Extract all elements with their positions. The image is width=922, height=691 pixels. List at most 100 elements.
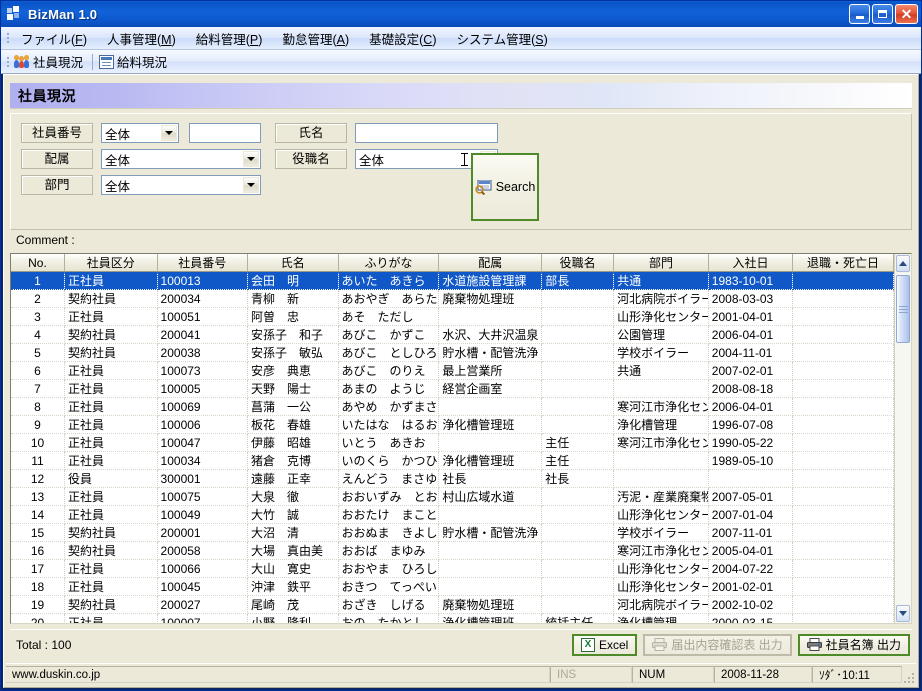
- table-cell: 水沢、大井沢温泉: [438, 325, 543, 344]
- table-cell: [792, 523, 894, 542]
- close-button[interactable]: ✕: [895, 4, 918, 24]
- position-select-value: 全体: [359, 153, 385, 168]
- column-header-3[interactable]: 氏名: [247, 254, 339, 272]
- table-cell: 沖津 鉄平: [247, 577, 339, 596]
- table-row[interactable]: 12 役員 300001 遠藤 正幸 えんどう まさゆき 社長 社長: [11, 469, 894, 488]
- action-bar: Total : 100 Excel 届出内容確認表 出力: [10, 629, 912, 659]
- table-cell: 寒河江市浄化セン: [613, 397, 709, 416]
- column-header-4[interactable]: ふりがな: [338, 254, 440, 272]
- menu-hr[interactable]: 人事管理(M): [97, 27, 186, 50]
- filter-row-2: 配属 全体 役職名 全体: [21, 149, 901, 169]
- table-cell: 100073: [157, 361, 249, 380]
- table-cell: 会田 明: [247, 271, 339, 290]
- employee-no-select[interactable]: 全体: [101, 123, 179, 143]
- table-cell: 2000-03-15: [708, 613, 794, 623]
- toolbar-employee-status[interactable]: 社員現況: [11, 51, 89, 72]
- table-cell: 部長: [541, 271, 615, 290]
- table-row[interactable]: 14 正社員 100049 大竹 誠おおたけ まこと 山形浄化センター 2007-01-0…: [11, 505, 894, 524]
- roster-export-button[interactable]: 社員名簿 出力: [797, 633, 910, 656]
- chevron-down-icon[interactable]: [243, 177, 259, 193]
- table-row[interactable]: 10 正社員 100047 伊藤 昭雄 いとう あきお 主任 寒河江市浄化セン 1990-05…: [11, 433, 894, 452]
- table-cell: 200041: [157, 325, 249, 344]
- report-export-button[interactable]: 届出内容確認表 出力: [643, 633, 792, 656]
- scrollbar-track[interactable]: [895, 273, 911, 604]
- table-row[interactable]: 7 正社員 100005 天野 陽士 あまの ようじ 経営企画室 2008-08-18: [11, 379, 894, 398]
- table-row[interactable]: 20 正社員 100007 小野 隆利 おの たかとし 浄化槽管理班 統括主任 浄化槽管理 20…: [11, 613, 894, 623]
- assignment-select[interactable]: 全体: [101, 149, 261, 169]
- menu-payroll[interactable]: 給料管理(P): [186, 27, 273, 50]
- table-row[interactable]: 5 契約社員 200038 安孫子 敏弘 あびこ としひろ 貯水槽・配管洗浄 学校ボイラー 2…: [11, 343, 894, 362]
- vertical-scrollbar[interactable]: [894, 254, 911, 623]
- column-header-6[interactable]: 役職名: [541, 254, 615, 272]
- window-title: BizMan 1.0: [28, 6, 98, 22]
- table-row[interactable]: 16 契約社員 200058 大場 真由美 おおば まゆみ 寒河江市浄化セン 2005-04…: [11, 541, 894, 560]
- menu-basic-settings[interactable]: 基礎設定(C): [359, 27, 446, 50]
- employee-grid[interactable]: No. 社員区分 社員番号 氏名 ふりがな 配属 役職名 部門 入社日 退職・死亡日 1 正社員 10…: [10, 253, 912, 624]
- scroll-down-button[interactable]: [896, 605, 910, 622]
- export-buttons: Excel 届出内容確認表 出力: [571, 633, 910, 656]
- chevron-down-icon[interactable]: [161, 125, 177, 141]
- table-cell: [541, 289, 615, 308]
- table-cell: あいた あきら: [338, 271, 440, 290]
- column-header-8[interactable]: 入社日: [708, 254, 794, 272]
- table-row[interactable]: 8 正社員 100069 菖蒲 一公 あやめ かずまさ 寒河江市浄化セン 2006-04-0…: [11, 397, 894, 416]
- table-cell: 山形浄化センター: [613, 307, 709, 326]
- maximize-button[interactable]: [872, 4, 893, 24]
- table-cell: 1996-07-08: [708, 415, 794, 434]
- table-row[interactable]: 17 正社員 100066 大山 寛史 おおやま ひろし 山形浄化センター 2004-07-…: [11, 559, 894, 578]
- department-select[interactable]: 全体: [101, 175, 261, 195]
- table-row[interactable]: 1 正社員 100013 会田 明あいた あきら 水道施設管理課 部長 共通 1983-10-…: [11, 271, 894, 290]
- table-row[interactable]: 4 契約社員 200041 安孫子 和子 あびこ かずこ 水沢、大井沢温泉 公園管理 2006…: [11, 325, 894, 344]
- scroll-up-button[interactable]: [896, 255, 910, 272]
- column-header-2[interactable]: 社員番号: [157, 254, 249, 272]
- table-cell: 浄化槽管理班: [438, 613, 543, 623]
- column-header-9[interactable]: 退職・死亡日: [792, 254, 894, 272]
- table-cell: [708, 469, 794, 488]
- column-header-5[interactable]: 配属: [438, 254, 543, 272]
- table-cell: 青柳 新: [247, 289, 339, 308]
- column-header-7[interactable]: 部門: [613, 254, 709, 272]
- table-row[interactable]: 3 正社員 100051 阿曽 忠あそ ただし 山形浄化センター 2001-04-01: [11, 307, 894, 326]
- search-button[interactable]: Search: [471, 153, 539, 221]
- scrollbar-thumb[interactable]: [896, 275, 910, 343]
- table-cell: [792, 361, 894, 380]
- resize-grip-icon[interactable]: [902, 664, 916, 685]
- name-input[interactable]: [355, 123, 498, 143]
- minimize-button[interactable]: [849, 4, 870, 24]
- table-cell: あおやぎ あらた: [338, 289, 440, 308]
- excel-export-button[interactable]: Excel: [571, 633, 638, 656]
- table-cell: 正社員: [64, 361, 158, 380]
- table-row[interactable]: 6 正社員 100073 安彦 典恵 あびこ のりえ 最上営業所 共通 2007-02-01: [11, 361, 894, 380]
- employee-no-input[interactable]: [189, 123, 261, 143]
- table-cell: 社長: [438, 469, 543, 488]
- table-cell: 2002-10-02: [708, 595, 794, 614]
- table-row[interactable]: 11 正社員 100034 猪倉 克博 いのくら かつひろ 浄化槽管理班 主任 1989-05…: [11, 451, 894, 470]
- table-cell: 3: [11, 307, 65, 326]
- table-row[interactable]: 15 契約社員 200001 大沼 清おおぬま きよし 貯水槽・配管洗浄 学校ボイラー 20…: [11, 523, 894, 542]
- chevron-down-icon[interactable]: [243, 151, 259, 167]
- table-cell: 1: [11, 271, 65, 290]
- table-cell: [792, 325, 894, 344]
- table-cell: 4: [11, 325, 65, 344]
- table-cell: [792, 271, 894, 290]
- table-row[interactable]: 18 正社員 100045 沖津 鉄平 おきつ てっぺい 山形浄化センター 2001-02-…: [11, 577, 894, 596]
- table-row[interactable]: 9 正社員 100006 板花 春雄 いたはな はるお 浄化槽管理班 浄化槽管理 1996-0…: [11, 415, 894, 434]
- table-row[interactable]: 13 正社員 100075 大泉 徹おおいずみ とおる 村山広域水道 汚泥・産業廃棄物 20…: [11, 487, 894, 506]
- table-cell: [792, 451, 894, 470]
- table-cell: 寒河江市浄化セン: [613, 541, 709, 560]
- table-row[interactable]: 2 契約社員 200034 青柳 新あおやぎ あらた 廃棄物処理班 河北病院ボイラー 200…: [11, 289, 894, 308]
- column-header-1[interactable]: 社員区分: [64, 254, 158, 272]
- menu-file[interactable]: ファイル(F): [11, 27, 97, 50]
- table-cell: 2007-01-04: [708, 505, 794, 524]
- table-cell: 寒河江市浄化セン: [613, 433, 709, 452]
- toolbar-payroll-status[interactable]: 給料現況: [96, 51, 173, 72]
- table-cell: 100013: [157, 271, 249, 290]
- table-cell: 100006: [157, 415, 249, 434]
- table-cell: いのくら かつひろ: [338, 451, 440, 470]
- menu-attendance[interactable]: 勤怠管理(A): [272, 27, 359, 50]
- menu-system[interactable]: システム管理(S): [447, 27, 558, 50]
- table-row[interactable]: 19 契約社員 200027 尾崎 茂おざき しげる 廃棄物処理班 河北病院ボイラー 200…: [11, 595, 894, 614]
- roster-export-label: 社員名簿 出力: [825, 638, 901, 652]
- column-header-0[interactable]: No.: [11, 254, 65, 272]
- table-cell: [438, 577, 543, 596]
